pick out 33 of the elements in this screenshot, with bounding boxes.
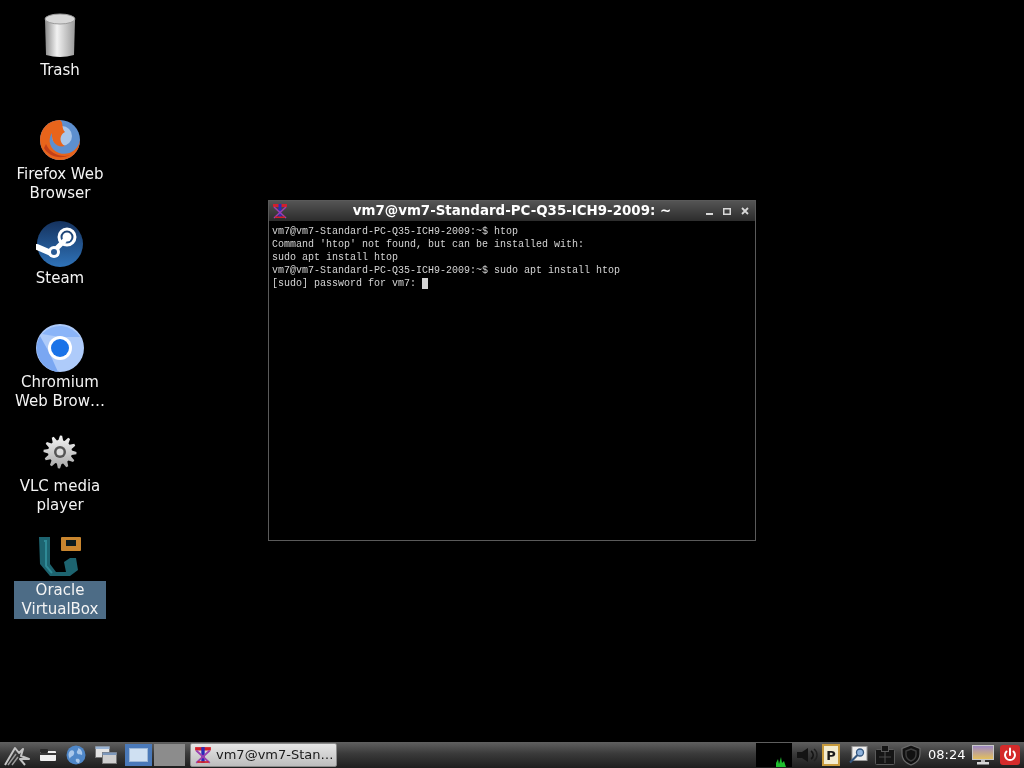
terminal-app-icon <box>272 203 288 219</box>
clipboard-icon[interactable] <box>874 744 896 766</box>
terminal-line: sudo apt install htop <box>272 251 399 264</box>
trash-can-icon[interactable] <box>42 13 78 59</box>
firefox-logo-icon[interactable] <box>38 118 82 162</box>
shield-icon[interactable] <box>900 744 922 766</box>
workspace-button[interactable] <box>125 744 152 766</box>
windows-icon[interactable] <box>95 746 117 764</box>
maximize-button[interactable] <box>721 205 733 217</box>
folder-icon[interactable] <box>40 749 56 761</box>
desktop-icon-label[interactable]: Oracle VirtualBox <box>14 581 106 619</box>
close-button[interactable] <box>739 205 751 217</box>
maximize-icon <box>723 207 731 215</box>
taskbar-window-button[interactable]: vm7@vm7-Stan… <box>190 743 337 767</box>
window-thumbnail-icon <box>129 748 148 762</box>
chromium-logo-icon[interactable] <box>36 324 84 372</box>
menu-logo-icon[interactable] <box>3 744 33 766</box>
virtualbox-logo-icon[interactable] <box>36 534 84 578</box>
close-icon <box>741 207 749 215</box>
steam-logo-icon[interactable] <box>36 220 84 268</box>
power-icon[interactable] <box>1000 745 1020 765</box>
clock-time: 08:24 <box>928 747 967 763</box>
tray-indicator-button[interactable]: P <box>822 744 840 766</box>
globe-icon[interactable] <box>66 745 86 765</box>
gear-icon[interactable] <box>43 435 77 469</box>
terminal-line: vm7@vm7-Standard-PC-Q35-ICH9-2009:~$ htop <box>272 225 519 238</box>
terminal-line: [sudo] password for vm7: <box>272 277 417 290</box>
terminal-line: vm7@vm7-Standard-PC-Q35-ICH9-2009:~$ sudo apt install htop <box>272 264 621 277</box>
terminal-line: Command 'htop' not found, but can be installed with: <box>272 238 585 251</box>
monitor-icon[interactable] <box>972 745 994 765</box>
terminal-app-icon <box>194 746 212 764</box>
window-title: vm7@vm7-Standard-PC-Q35-ICH9-2009: ~ <box>351 202 673 220</box>
magnifier-icon[interactable] <box>848 746 868 764</box>
